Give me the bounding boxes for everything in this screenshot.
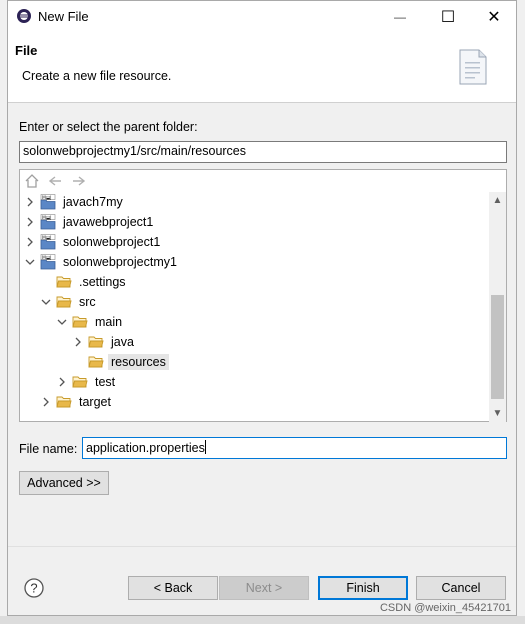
eclipse-icon <box>17 9 31 23</box>
open-folder-icon <box>72 314 88 330</box>
tree-item-label: target <box>79 394 111 409</box>
folder-icon <box>72 374 88 390</box>
tree-item-label: javach7my <box>63 194 123 209</box>
open-folder-icon <box>56 274 72 290</box>
chevron-right-icon[interactable] <box>40 396 52 408</box>
new-file-wizard-icon <box>459 49 487 85</box>
folder-icon <box>88 334 104 350</box>
svg-text:M⬓J: M⬓J <box>42 235 51 241</box>
svg-text:?: ? <box>30 581 37 596</box>
tree-item-label: resources <box>108 353 169 370</box>
tree-toolbar <box>24 173 91 191</box>
help-icon[interactable]: ? <box>24 578 44 598</box>
tree-item-label: main <box>95 314 123 329</box>
footer-separator <box>8 546 516 547</box>
forward-arrow-icon[interactable] <box>71 173 89 189</box>
maximize-icon: ☐ <box>440 8 456 26</box>
chevron-down-icon[interactable] <box>40 296 52 308</box>
maven-project-icon: M⬓J <box>40 193 56 210</box>
page-title: File <box>15 43 38 58</box>
watermark: CSDN @weixin_45421701 <box>379 602 511 614</box>
tree-item-label: src <box>79 294 96 309</box>
wizard-banner: File Create a new file resource. <box>8 32 516 103</box>
background-window-strip <box>0 616 525 624</box>
folder-tree[interactable]: M⬓J javach7my M⬓J javawebproject1 M⬓J solonwe… <box>19 169 507 422</box>
new-file-dialog: New File — ☐ ✕ File Create a new file re… <box>7 0 517 616</box>
tree-item[interactable]: M⬓J solonwebprojectmy1 <box>24 252 180 271</box>
tree-item[interactable]: test <box>56 372 118 391</box>
maximize-button[interactable]: ☐ <box>425 1 471 32</box>
maven-project-icon: M⬓J <box>40 233 56 250</box>
chevron-down-icon[interactable] <box>56 316 68 328</box>
tree-item[interactable]: M⬓J javawebproject1 <box>24 212 156 231</box>
window-title: New File <box>38 9 89 24</box>
back-arrow-icon[interactable] <box>47 173 65 189</box>
tree-item[interactable]: java <box>72 332 137 351</box>
tree-item[interactable]: M⬓J solonwebproject1 <box>24 232 163 251</box>
maven-project-icon: M⬓J <box>40 253 56 270</box>
svg-text:M⬓J: M⬓J <box>42 195 51 201</box>
tree-item[interactable]: main <box>56 312 125 331</box>
tree-item[interactable]: .settings <box>40 272 129 291</box>
tree-item-label: test <box>95 374 116 389</box>
cancel-button[interactable]: Cancel <box>416 576 506 600</box>
tree-item-label: javawebproject1 <box>63 214 154 229</box>
scrollbar-thumb[interactable] <box>491 295 504 399</box>
text-caret <box>204 440 206 454</box>
title-bar: New File — ☐ ✕ <box>8 1 516 32</box>
maven-project-icon: M⬓J <box>40 213 56 230</box>
home-icon[interactable] <box>24 173 42 189</box>
scroll-down-icon[interactable]: ▼ <box>489 405 506 422</box>
tree-item[interactable]: M⬓J javach7my <box>24 192 126 211</box>
minimize-icon: — <box>394 9 406 24</box>
open-folder-icon <box>88 354 104 370</box>
close-button[interactable]: ✕ <box>471 1 517 32</box>
file-name-value: application.properties <box>86 441 205 455</box>
tree-item-label: java <box>111 334 134 349</box>
chevron-right-icon[interactable] <box>24 196 36 208</box>
scroll-up-icon[interactable]: ▲ <box>489 192 506 209</box>
minimize-button[interactable]: — <box>377 1 423 32</box>
back-button[interactable]: < Back <box>128 576 218 600</box>
tree-item-label: solonwebproject1 <box>63 234 161 249</box>
chevron-right-icon[interactable] <box>72 336 84 348</box>
close-icon: ✕ <box>487 8 501 26</box>
tree-item-label: .settings <box>79 274 126 289</box>
tree-scrollbar[interactable]: ▲ ▼ <box>489 192 506 422</box>
tree-item[interactable]: target <box>40 392 114 411</box>
open-folder-icon <box>56 294 72 310</box>
tree-item[interactable]: src <box>40 292 99 311</box>
page-description: Create a new file resource. <box>22 69 172 83</box>
folder-icon <box>56 394 72 410</box>
parent-folder-input[interactable]: solonwebprojectmy1/src/main/resources <box>19 141 507 163</box>
chevron-down-icon[interactable] <box>24 256 36 268</box>
finish-button[interactable]: Finish <box>318 576 408 600</box>
file-name-label: File name: <box>19 442 78 456</box>
chevron-right-icon[interactable] <box>24 216 36 228</box>
file-name-input[interactable]: application.properties <box>82 437 507 459</box>
advanced-button[interactable]: Advanced >> <box>19 471 109 495</box>
next-button[interactable]: Next > <box>219 576 309 600</box>
svg-text:M⬓J: M⬓J <box>42 255 51 261</box>
chevron-right-icon[interactable] <box>56 376 68 388</box>
parent-folder-label: Enter or select the parent folder: <box>19 120 198 134</box>
tree-item[interactable]: resources <box>72 352 169 371</box>
svg-text:M⬓J: M⬓J <box>42 215 51 221</box>
tree-item-label: solonwebprojectmy1 <box>63 254 177 269</box>
chevron-right-icon[interactable] <box>24 236 36 248</box>
